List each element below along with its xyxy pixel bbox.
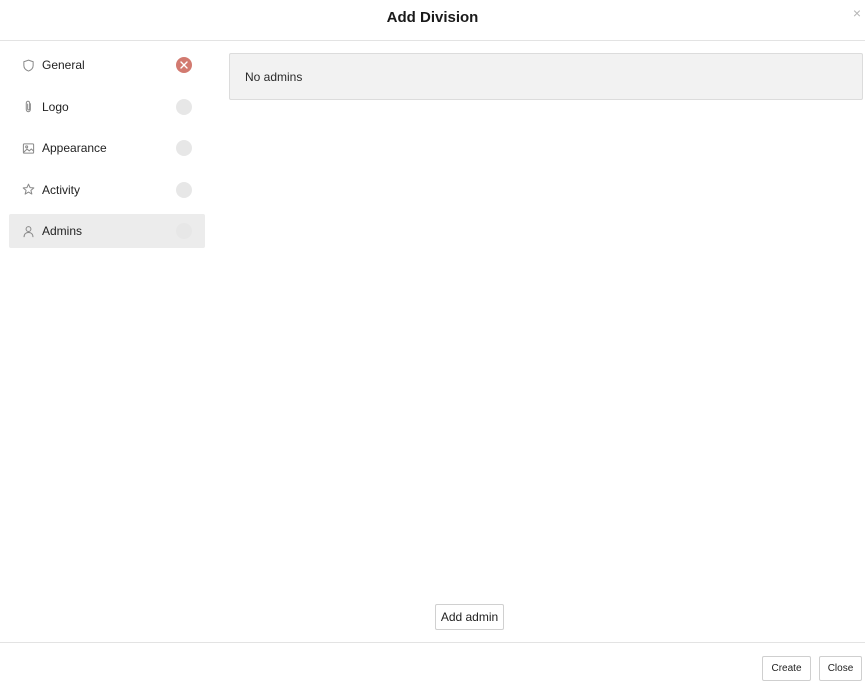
create-button[interactable]: Create — [762, 656, 811, 681]
close-button[interactable]: Close — [819, 656, 862, 681]
sidebar-item-label: Activity — [42, 182, 81, 197]
add-admin-button[interactable]: Add admin — [435, 604, 504, 630]
admins-panel: No admins — [229, 53, 863, 100]
sidebar-item-logo[interactable]: Logo — [9, 90, 205, 124]
empty-status-icon — [176, 98, 192, 115]
dialog-title: Add Division — [386, 9, 479, 26]
paperclip-icon — [21, 100, 35, 114]
sidebar-item-general[interactable]: General — [9, 48, 205, 82]
user-icon — [21, 224, 35, 238]
sidebar-item-label: Appearance — [42, 141, 107, 155]
dialog-header: Add Division × — [0, 0, 865, 41]
close-icon[interactable]: × — [851, 6, 863, 20]
empty-status-icon — [176, 223, 192, 239]
sidebar-item-admins[interactable]: Admins — [9, 214, 205, 248]
sidebar-item-appearance[interactable]: Appearance — [9, 131, 205, 165]
error-status-icon — [176, 57, 192, 73]
star-icon — [21, 183, 35, 197]
dialog-footer: Create Close — [0, 642, 865, 691]
sidebar-item-label: Logo — [42, 99, 69, 114]
shield-icon — [21, 58, 35, 72]
empty-status-icon — [176, 181, 192, 198]
add-division-dialog: Add Division × General Logo Appearance A… — [0, 0, 865, 691]
sidebar-nav: General Logo Appearance Activity Admins — [9, 48, 205, 256]
empty-state-message: No admins — [245, 70, 303, 84]
image-icon — [21, 141, 35, 155]
empty-state-box: No admins — [229, 53, 863, 100]
empty-status-icon — [176, 140, 192, 156]
sidebar-item-label: Admins — [42, 224, 83, 238]
sidebar-item-label: General — [42, 58, 85, 72]
sidebar-item-activity[interactable]: Activity — [9, 173, 205, 207]
